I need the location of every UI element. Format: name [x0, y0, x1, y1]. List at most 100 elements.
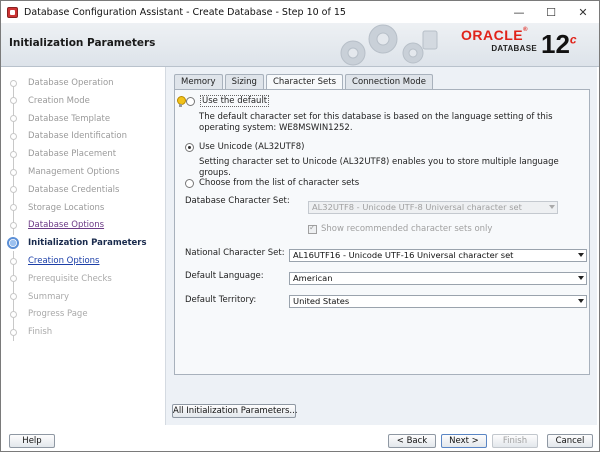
national-charset-label: National Character Set: [185, 248, 285, 258]
tab-strip: Memory Sizing Character Sets Connection … [174, 74, 435, 90]
radio-choose-list-row[interactable]: Choose from the list of character sets [185, 178, 359, 188]
nav-step-summary: Summary [1, 289, 157, 305]
show-recommended-label: Show recommended character sets only [321, 224, 493, 234]
choose-list-label: Choose from the list of character sets [199, 178, 360, 188]
tab-sizing[interactable]: Sizing [224, 74, 264, 89]
step-indicator-icon [10, 257, 17, 265]
nav-step-storage-locations: Storage Locations [1, 200, 157, 216]
bottom-button-bar: Help < Back Next > Finish Cancel [1, 427, 599, 451]
maximize-button[interactable]: ☐ [535, 1, 567, 23]
chevron-down-icon [578, 276, 584, 280]
nav-step-label: Prerequisite Checks [28, 273, 112, 284]
default-language-value: American [293, 273, 333, 283]
tab-memory[interactable]: Memory [174, 74, 223, 89]
close-button[interactable]: ✕ [567, 1, 599, 23]
nav-step-creation-mode: Creation Mode [1, 93, 157, 109]
db-charset-label: Database Character Set: [185, 196, 290, 206]
step-indicator-icon [10, 132, 17, 140]
step-indicator-icon [10, 293, 17, 301]
app-icon [7, 6, 18, 18]
nav-step-label: Database Placement [28, 149, 117, 160]
nav-step-creation-options[interactable]: Creation Options [1, 253, 157, 269]
tab-character-sets[interactable]: Character Sets [265, 74, 344, 90]
step-indicator-icon [10, 79, 17, 87]
db-charset-value: AL32UTF8 - Unicode UTF-8 Universal chara… [312, 202, 522, 212]
use-default-radio[interactable] [186, 96, 195, 106]
next-button[interactable]: Next > [441, 434, 487, 448]
character-sets-tab-body: Use the default The default character se… [174, 89, 590, 375]
tab-connection-mode[interactable]: Connection Mode [345, 74, 433, 89]
nav-step-label: Database Credentials [28, 184, 120, 195]
help-button[interactable]: Help [9, 434, 55, 448]
nav-step-label: Management Options [28, 167, 120, 177]
nav-step-progress-page: Progress Page [1, 306, 157, 322]
nav-step-label: Storage Locations [28, 202, 105, 213]
nav-step-database-identification: Database Identification [1, 128, 157, 144]
chevron-down-icon [578, 253, 584, 257]
nav-step-label: Database Options [28, 220, 105, 231]
version-logo: 12c [541, 29, 577, 59]
nav-step-initialization-parameters: Initialization Parameters [1, 235, 157, 252]
dbca-window: Database Configuration Assistant - Creat… [0, 0, 600, 452]
step-indicator-icon [10, 310, 17, 318]
cancel-button[interactable]: Cancel [547, 434, 593, 448]
step-indicator-icon [10, 186, 17, 194]
national-charset-select[interactable]: AL16UTF16 - Unicode UTF-16 Universal cha… [289, 249, 587, 262]
chevron-down-icon [549, 205, 555, 209]
title-bar: Database Configuration Assistant - Creat… [1, 1, 599, 23]
radio-use-default-row[interactable]: Use the default [176, 95, 270, 107]
default-territory-select[interactable]: United States [289, 295, 587, 308]
nav-step-label: Creation Mode [28, 95, 90, 106]
step-indicator-icon [7, 237, 19, 250]
nav-step-database-options[interactable]: Database Options [1, 217, 157, 233]
nav-step-label: Database Identification [28, 131, 127, 142]
nav-step-database-placement: Database Placement [1, 146, 157, 162]
choose-list-radio[interactable] [185, 178, 194, 188]
page-title: Initialization Parameters [9, 37, 156, 49]
finish-button[interactable]: Finish [492, 434, 538, 448]
chevron-down-icon [578, 299, 584, 303]
nav-step-finish: Finish [1, 324, 157, 340]
step-navigation: Database Operation Creation Mode Database … [1, 67, 157, 427]
step-indicator-icon [10, 328, 17, 336]
nav-step-management-options: Management Options [1, 164, 157, 180]
nav-step-database-credentials: Database Credentials [1, 182, 157, 198]
nav-step-label: Summary [28, 291, 70, 302]
nav-step-label: Database Operation [28, 78, 114, 88]
nav-step-label: Finish [28, 327, 53, 338]
step-indicator-icon [10, 97, 17, 105]
default-language-select[interactable]: American [289, 272, 587, 285]
default-language-label: Default Language: [185, 271, 264, 281]
nav-step-label: Initialization Parameters [28, 238, 147, 249]
nav-step-prerequisite-checks: Prerequisite Checks [1, 271, 157, 287]
show-recommended-row[interactable]: Show recommended character sets only [308, 223, 493, 234]
nav-step-database-template: Database Template [1, 111, 157, 127]
use-unicode-label: Use Unicode (AL32UTF8) [199, 142, 305, 152]
radio-use-unicode-row[interactable]: Use Unicode (AL32UTF8) [185, 142, 304, 152]
step-indicator-icon [10, 275, 17, 283]
nav-step-label: Progress Page [28, 309, 88, 320]
default-territory-label: Default Territory: [185, 295, 257, 305]
back-button[interactable]: < Back [388, 434, 436, 448]
window-title: Database Configuration Assistant - Creat… [24, 6, 346, 18]
minimize-button[interactable]: — [503, 1, 535, 23]
step-indicator-icon [10, 150, 17, 158]
step-indicator-icon [10, 115, 17, 123]
national-charset-value: AL16UTF16 - Unicode UTF-16 Universal cha… [293, 250, 514, 260]
oracle-logo: ORACLE® DATABASE [461, 27, 537, 53]
db-charset-select[interactable]: AL32UTF8 - Unicode UTF-8 Universal chara… [308, 201, 558, 214]
nav-step-label: Creation Options [28, 256, 100, 266]
header-banner: Initialization Parameters ORACLE® DATABA… [1, 23, 599, 67]
main-panel: Memory Sizing Character Sets Connection … [165, 67, 597, 425]
gears-decoration-icon [340, 24, 438, 66]
all-init-params-button[interactable]: All Initialization Parameters... [172, 404, 298, 418]
default-territory-value: United States [293, 296, 350, 306]
show-recommended-checkbox[interactable] [308, 223, 317, 234]
use-default-description: The default character set for this datab… [199, 112, 553, 133]
step-indicator-icon [10, 204, 17, 212]
use-unicode-radio[interactable] [185, 142, 194, 152]
nav-step-database-operation: Database Operation [1, 75, 157, 91]
hint-bulb-icon [176, 95, 186, 107]
use-unicode-description: Setting character set to Unicode (AL32UT… [199, 157, 559, 178]
step-indicator-icon [10, 221, 17, 229]
